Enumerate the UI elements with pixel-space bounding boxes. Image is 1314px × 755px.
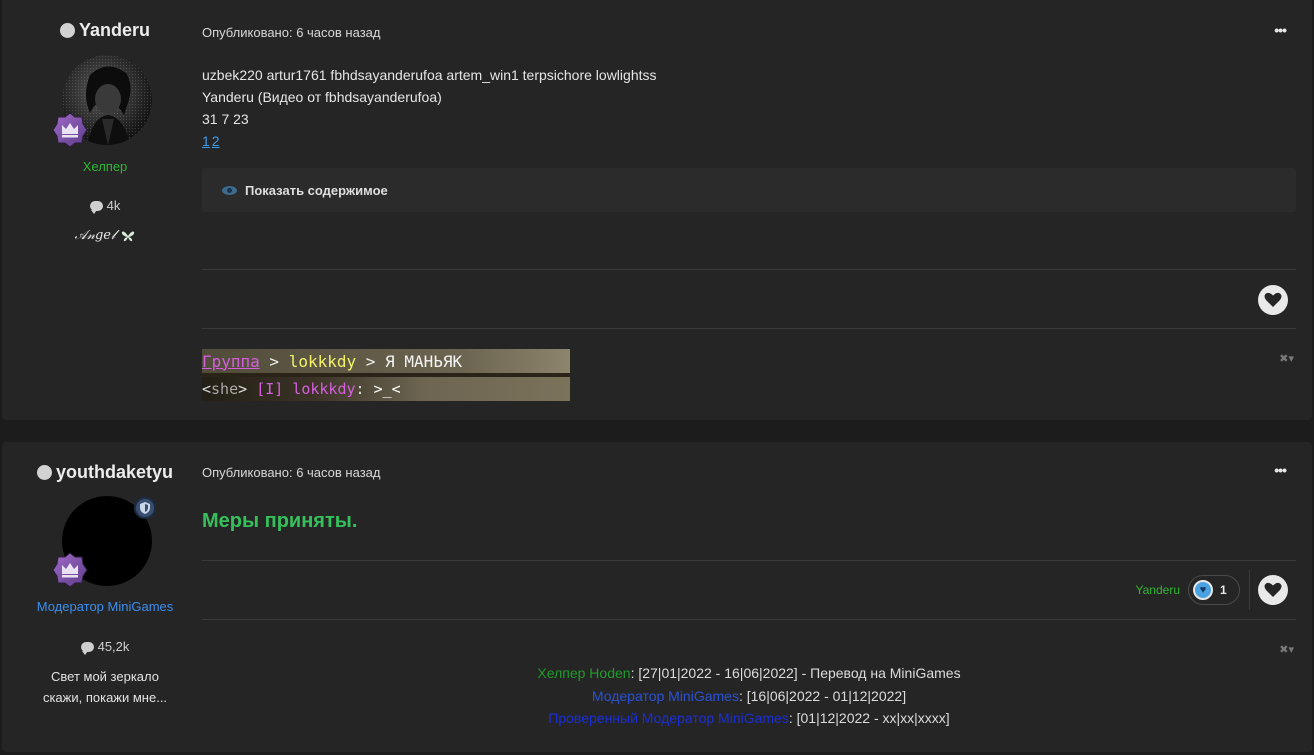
rank-crown-icon <box>52 552 88 588</box>
history-label: Хелпер Hoden <box>537 665 631 681</box>
signature-toggle-icon[interactable]: ✖▾ <box>1279 352 1294 365</box>
link-2[interactable]: 2 <box>212 133 220 149</box>
post-date: Опубликовано: 6 часов назад <box>202 25 381 40</box>
author-name[interactable]: youthdaketyu <box>2 462 208 483</box>
moderator-shield-icon <box>134 497 156 519</box>
butterfly-icon <box>122 231 135 241</box>
sig-token: > <box>238 380 257 398</box>
signature-divider <box>202 328 1296 329</box>
custom-title: 𝒜𝓃𝑔𝑒𝓁 <box>2 228 208 243</box>
signature-divider <box>202 619 1296 620</box>
heart-reaction-icon: ♥ <box>1193 580 1213 600</box>
user-bio: Свет мой зеркало скажи, покажи мне... <box>2 666 208 708</box>
signature-image: Группа > lokkkdy > Я МАНЬЯК < she > [I] lo… <box>202 349 570 401</box>
offline-status-icon <box>36 465 52 480</box>
comment-icon <box>80 641 94 655</box>
heart-icon <box>1264 582 1282 597</box>
post-count-value: 45,2k <box>97 639 130 654</box>
spoiler-toggle[interactable]: Показать содержимое <box>202 168 1296 212</box>
sig-token: > <box>259 351 289 371</box>
offline-status-icon <box>59 23 75 38</box>
post-content: uzbek220 artur1761 fbhdsayanderufoa arte… <box>202 64 657 152</box>
post-yanderu: Yanderu Хелпер 4k 𝒜𝓃𝑔𝑒𝓁 Опубликовано: 6 … <box>2 0 1312 420</box>
post-youthdaketyu: youthdaketyu Модератор MiniGames 45,2k С… <box>2 442 1312 752</box>
sig-token: Группа <box>202 351 260 371</box>
sig-token: lokkkdy <box>288 351 357 371</box>
signature-line-1: Группа > lokkkdy > Я МАНЬЯК <box>202 349 570 373</box>
signature-toggle-icon[interactable]: ✖▾ <box>1279 643 1294 656</box>
user-bio-text: Свет мой зеркало скажи, покажи мне... <box>42 669 168 705</box>
sig-token: : <box>355 380 374 398</box>
post-headline: Меры приняты. <box>202 510 358 532</box>
shield-icon <box>140 502 150 514</box>
content-line: 31 7 23 <box>202 111 249 127</box>
sig-token: Я МАНЬЯК <box>385 351 463 371</box>
post-menu-button[interactable]: ••• <box>1274 462 1287 478</box>
history-text: : [27|01|2022 - 16|06|2022] - Перевод на… <box>630 665 961 681</box>
history-line: Проверенный Модератор MiniGames: [01|12|… <box>202 707 1296 730</box>
post-count: 45,2k <box>2 639 208 655</box>
content-links: 12 <box>202 130 657 152</box>
content-line: Yanderu (Видео от fbhdsayanderufoa) <box>202 89 442 105</box>
rank-crown-icon <box>52 112 88 148</box>
sig-token: [I] lokkkdy <box>256 380 356 398</box>
post-count-value: 4k <box>106 198 121 213</box>
reaction-summary[interactable]: ♥ 1 <box>1188 575 1240 605</box>
author-name-link[interactable]: youthdaketyu <box>56 462 173 483</box>
signature-line-2: < she > [I] lokkkdy: >_< <box>202 377 570 401</box>
reaction-count: 1 <box>1220 583 1227 597</box>
post-count: 4k <box>2 198 208 214</box>
history-label: Проверенный Модератор MiniGames <box>548 710 789 726</box>
reaction-user[interactable]: Yanderu <box>1136 583 1180 597</box>
post-menu-button[interactable]: ••• <box>1274 22 1287 38</box>
history-line: Модератор MiniGames: [16|06|2022 - 01|12… <box>202 685 1296 708</box>
link-1[interactable]: 1 <box>202 133 210 149</box>
like-button[interactable] <box>1258 575 1288 605</box>
like-button[interactable] <box>1258 285 1288 315</box>
spoiler-label: Показать содержимое <box>245 182 388 198</box>
comment-icon <box>89 200 103 214</box>
divider <box>202 269 1296 270</box>
sig-token: > <box>356 351 386 371</box>
signature-history: Хелпер Hoden: [27|01|2022 - 16|06|2022] … <box>202 662 1296 730</box>
author-name-link[interactable]: Yanderu <box>79 20 150 41</box>
history-line: Хелпер Hoden: [27|01|2022 - 16|06|2022] … <box>202 662 1296 685</box>
eye-icon <box>222 185 237 195</box>
separator <box>1249 570 1250 610</box>
content-line: uzbek220 artur1761 fbhdsayanderufoa arte… <box>202 67 657 83</box>
sig-token: she <box>211 380 239 398</box>
author-name[interactable]: Yanderu <box>2 20 208 41</box>
history-text: : [01|12|2022 - xx|xx|xxxx] <box>788 710 950 726</box>
heart-icon <box>1264 292 1282 307</box>
post-date: Опубликовано: 6 часов назад <box>202 465 381 480</box>
history-text: : [16|06|2022 - 01|12|2022] <box>738 687 907 704</box>
sig-token: < <box>202 380 212 398</box>
user-role: Хелпер <box>82 159 128 174</box>
user-role: Модератор MiniGames <box>36 599 174 614</box>
history-label: Модератор MiniGames <box>591 687 739 704</box>
divider <box>202 560 1296 561</box>
custom-title-text: 𝒜𝓃𝑔𝑒𝓁 <box>74 228 116 243</box>
sig-token: >_< <box>373 380 401 398</box>
